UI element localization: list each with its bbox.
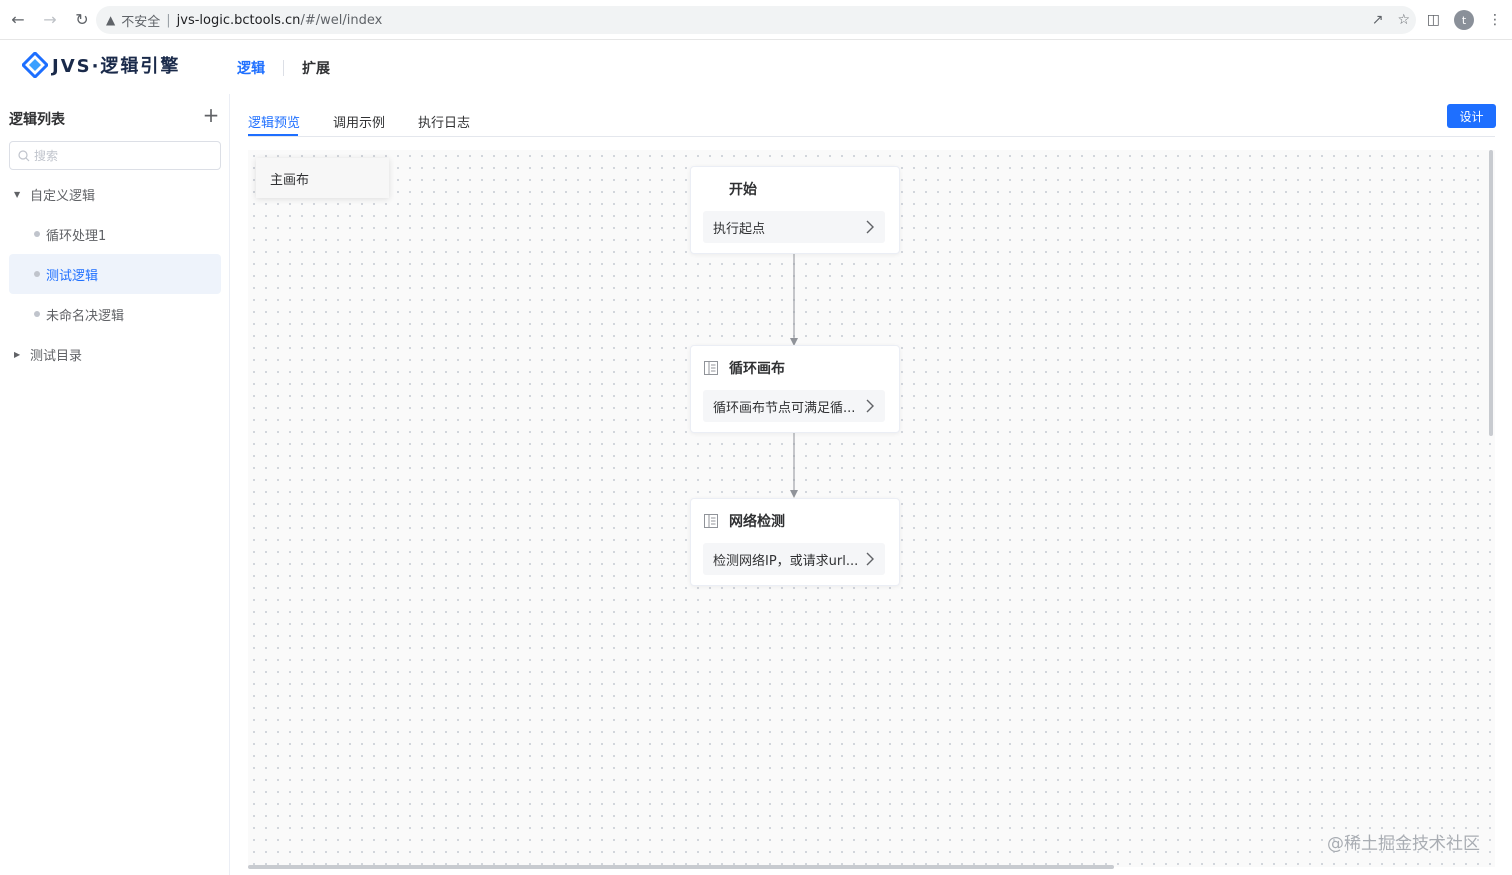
flow-node-loop[interactable]: 循环画布 循环画布节点可满足循... — [690, 345, 900, 433]
more-menu-icon[interactable]: ⋮ — [1488, 12, 1502, 28]
dot-icon — [34, 271, 40, 277]
tab-underline — [248, 134, 298, 136]
nav-item-logic[interactable]: 逻辑 — [237, 58, 265, 78]
profile-avatar[interactable]: t — [1454, 10, 1474, 30]
tree-label: 测试目录 — [30, 348, 83, 364]
tree-item-loop[interactable]: 循环处理1 — [0, 214, 230, 254]
tree-folder-test-dir[interactable]: ▶ 测试目录 — [0, 334, 230, 374]
top-nav: 逻辑 扩展 — [237, 58, 330, 78]
forward-icon[interactable]: → — [36, 6, 64, 34]
design-button[interactable]: 设计 — [1447, 104, 1496, 128]
tree-label: 未命名决逻辑 — [46, 308, 125, 324]
add-logic-button[interactable]: + — [202, 105, 220, 125]
tree-folder-custom[interactable]: ▼ 自定义逻辑 — [0, 174, 230, 214]
node-desc: 循环画布节点可满足循... — [713, 400, 856, 416]
caret-right-icon: ▶ — [14, 349, 21, 359]
side-panel-icon[interactable]: ◫ — [1427, 12, 1440, 28]
horizontal-scrollbar[interactable] — [248, 865, 1114, 869]
vertical-scrollbar[interactable] — [1489, 150, 1493, 436]
logo-text: JVS·逻辑引擎 — [52, 56, 181, 77]
node-desc: 检测网络IP，或请求url... — [713, 553, 859, 569]
dot-icon — [34, 231, 40, 237]
dot-icon — [34, 311, 40, 317]
node-desc: 执行起点 — [713, 221, 766, 237]
node-title: 开始 — [729, 182, 757, 198]
back-icon[interactable]: ← — [4, 6, 32, 34]
tab-logic-preview[interactable]: 逻辑预览 — [248, 112, 300, 131]
tree-label: 循环处理1 — [46, 228, 107, 244]
main-panel: 逻辑预览 调用示例 执行日志 设计 主画布 开始 执行起点 循环画布 循环画布节… — [230, 94, 1512, 875]
node-title: 循环画布 — [729, 361, 785, 377]
nav-item-extend[interactable]: 扩展 — [302, 58, 330, 78]
logo[interactable]: JVS·逻辑引擎 — [22, 52, 180, 78]
chevron-right-icon — [866, 220, 874, 234]
chevron-right-icon — [866, 399, 874, 413]
tree-label: 测试逻辑 — [46, 268, 99, 284]
share-icon[interactable]: ↗ — [1372, 12, 1384, 28]
caret-down-icon: ▼ — [14, 189, 21, 199]
search-box — [9, 141, 221, 170]
tab-exec-log[interactable]: 执行日志 — [418, 112, 470, 131]
chevron-right-icon — [866, 552, 874, 566]
address-bar[interactable]: ▲ 不安全 | jvs-logic.bctools.cn/#/wel/index… — [96, 6, 1416, 34]
tab-bar: 逻辑预览 调用示例 执行日志 设计 — [248, 94, 1496, 137]
search-input[interactable] — [34, 148, 204, 163]
reload-icon[interactable]: ↻ — [68, 6, 96, 34]
sidebar-title: 逻辑列表 — [9, 112, 65, 128]
node-doc-icon — [704, 514, 718, 528]
tab-call-example[interactable]: 调用示例 — [333, 112, 385, 131]
node-body[interactable]: 检测网络IP，或请求url... — [703, 543, 885, 575]
tree-item-unnamed[interactable]: 未命名决逻辑 — [0, 294, 230, 334]
address-separator: | — [166, 12, 171, 28]
arrow-head — [790, 490, 798, 498]
node-title: 网络检测 — [729, 514, 785, 530]
star-icon[interactable]: ☆ — [1397, 12, 1410, 28]
node-header: 循环画布 — [703, 358, 785, 378]
logo-icon — [22, 52, 48, 78]
security-label: 不安全 — [121, 14, 161, 30]
node-header: 网络检测 — [703, 511, 785, 531]
tree-item-test-logic[interactable]: 测试逻辑 — [9, 254, 221, 294]
url-path: /#/wel/index — [300, 12, 383, 28]
flow-canvas[interactable]: 主画布 开始 执行起点 循环画布 循环画布节点可满足循... 网络检测 检测网络… — [248, 150, 1495, 867]
logic-tree: ▼ 自定义逻辑 循环处理1 测试逻辑 未命名决逻辑 ▶ 测试目录 — [0, 174, 230, 374]
warning-icon: ▲ — [106, 13, 116, 27]
node-body[interactable]: 循环画布节点可满足循... — [703, 390, 885, 422]
watermark: @稀土掘金技术社区 — [1327, 834, 1480, 854]
browser-toolbar: ← → ↻ ▲ 不安全 | jvs-logic.bctools.cn/#/wel… — [0, 0, 1512, 40]
node-doc-icon — [704, 361, 718, 375]
flow-node-start[interactable]: 开始 执行起点 — [690, 166, 900, 254]
tree-label: 自定义逻辑 — [30, 188, 96, 204]
app-header: JVS·逻辑引擎 逻辑 扩展 — [0, 40, 1512, 94]
search-icon — [18, 149, 30, 161]
url-host: jvs-logic.bctools.cn — [176, 12, 301, 28]
sidebar: 逻辑列表 + ▼ 自定义逻辑 循环处理1 测试逻辑 未命名决逻辑 ▶ 测试目录 — [0, 94, 230, 875]
flow-node-network[interactable]: 网络检测 检测网络IP，或请求url... — [690, 498, 900, 586]
node-body[interactable]: 执行起点 — [703, 211, 885, 243]
nav-divider — [283, 60, 284, 76]
